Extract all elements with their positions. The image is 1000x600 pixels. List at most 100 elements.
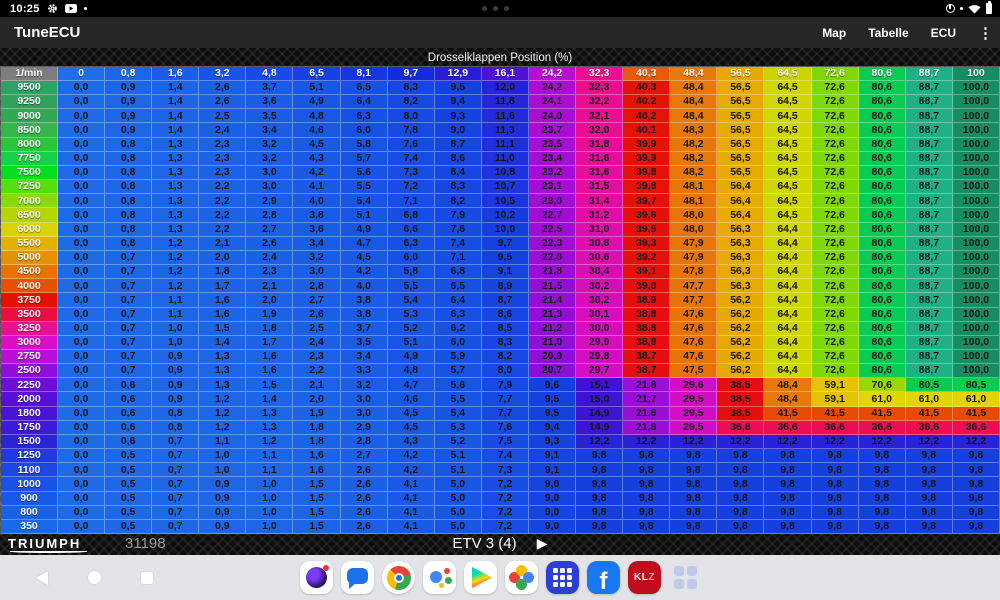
map-cell[interactable]: 48,4 [764,378,811,392]
map-cell[interactable]: 2,2 [293,364,340,378]
map-cell[interactable]: 2,3 [246,265,293,279]
map-cell[interactable]: 8,2 [482,350,529,364]
map-cell[interactable]: 100,0 [953,223,1000,237]
app-drawer-icon[interactable] [669,561,702,594]
map-cell[interactable]: 1,3 [152,152,199,166]
map-cell[interactable]: 3,5 [246,109,293,123]
map-cell[interactable]: 9,8 [953,463,1000,477]
map-cell[interactable]: 5,5 [341,180,388,194]
map-cell[interactable]: 2,6 [341,463,388,477]
map-cell[interactable]: 1,2 [246,435,293,449]
map-cell[interactable]: 59,1 [812,378,859,392]
map-cell[interactable]: 0,0 [58,123,105,137]
map-cell[interactable]: 24,0 [529,109,576,123]
map-cell[interactable]: 80,6 [859,350,906,364]
map-cell[interactable]: 88,7 [906,251,953,265]
map-cell[interactable]: 1,8 [293,435,340,449]
map-cell[interactable]: 1,4 [246,392,293,406]
map-cell[interactable]: 56,2 [717,322,764,336]
map-cell[interactable]: 100,0 [953,336,1000,350]
map-cell[interactable]: 9,8 [906,520,953,534]
map-cell[interactable]: 9,8 [859,492,906,506]
map-cell[interactable]: 1,3 [246,421,293,435]
map-cell[interactable]: 9,8 [764,506,811,520]
rpm-row-header[interactable]: 8500 [1,123,58,137]
rpm-row-header[interactable]: 2250 [1,378,58,392]
map-cell[interactable]: 6,3 [388,237,435,251]
map-cell[interactable]: 88,7 [906,265,953,279]
map-cell[interactable]: 38,5 [717,407,764,421]
map-cell[interactable]: 0,8 [152,407,199,421]
map-cell[interactable]: 48,2 [670,166,717,180]
map-cell[interactable]: 9,8 [812,492,859,506]
map-cell[interactable]: 8,9 [482,279,529,293]
map-cell[interactable]: 1,5 [293,520,340,534]
map-cell[interactable]: 56,5 [717,152,764,166]
map-cell[interactable]: 3,2 [246,138,293,152]
map-cell[interactable]: 2,4 [293,336,340,350]
map-cell[interactable]: 9,8 [576,449,623,463]
map-cell[interactable]: 1,0 [152,336,199,350]
map-cell[interactable]: 9,4 [529,421,576,435]
map-cell[interactable]: 0,7 [152,520,199,534]
facebook-app-icon[interactable]: f [587,561,620,594]
map-cell[interactable]: 4,9 [293,95,340,109]
map-cell[interactable]: 23,1 [529,180,576,194]
map-cell[interactable]: 39,5 [623,223,670,237]
map-cell[interactable]: 64,5 [764,81,811,95]
map-cell[interactable]: 0,5 [105,506,152,520]
map-cell[interactable]: 0,0 [58,336,105,350]
map-cell[interactable]: 5,8 [388,265,435,279]
map-cell[interactable]: 9,8 [670,477,717,491]
map-cell[interactable]: 24,2 [529,81,576,95]
map-cell[interactable]: 9,8 [764,449,811,463]
tps-column-header[interactable]: 16,1 [482,67,529,81]
rpm-row-header[interactable]: 9250 [1,95,58,109]
map-cell[interactable]: 7,3 [388,166,435,180]
map-cell[interactable]: 1,1 [246,449,293,463]
rpm-row-header[interactable]: 350 [1,520,58,534]
map-cell[interactable]: 30,0 [576,322,623,336]
map-cell[interactable]: 32,2 [576,95,623,109]
rpm-row-header[interactable]: 1100 [1,463,58,477]
map-cell[interactable]: 88,7 [906,336,953,350]
map-cell[interactable]: 8,2 [388,95,435,109]
map-cell[interactable]: 100,0 [953,308,1000,322]
map-cell[interactable]: 1,6 [246,364,293,378]
map-cell[interactable]: 4,8 [388,364,435,378]
map-cell[interactable]: 9,0 [435,123,482,137]
map-cell[interactable]: 88,7 [906,109,953,123]
map-cell[interactable]: 72,6 [812,293,859,307]
tps-column-header[interactable]: 100 [953,67,1000,81]
map-cell[interactable]: 11,1 [482,138,529,152]
map-cell[interactable]: 64,4 [764,336,811,350]
map-cell[interactable]: 2,6 [341,492,388,506]
tps-column-header[interactable]: 1,6 [152,67,199,81]
map-cell[interactable]: 0,7 [105,308,152,322]
map-cell[interactable]: 5,2 [388,322,435,336]
map-cell[interactable]: 2,6 [199,81,246,95]
map-cell[interactable]: 0,7 [152,435,199,449]
map-cell[interactable]: 5,0 [435,506,482,520]
map-cell[interactable]: 9,8 [623,477,670,491]
map-cell[interactable]: 80,6 [859,308,906,322]
map-cell[interactable]: 29,8 [576,350,623,364]
map-cell[interactable]: 1,5 [246,378,293,392]
map-cell[interactable]: 39,9 [623,152,670,166]
map-cell[interactable]: 72,6 [812,81,859,95]
map-cell[interactable]: 0,9 [152,364,199,378]
map-cell[interactable]: 22,0 [529,251,576,265]
map-cell[interactable]: 48,4 [670,81,717,95]
map-cell[interactable]: 0,8 [105,194,152,208]
map-cell[interactable]: 88,7 [906,208,953,222]
map-cell[interactable]: 5,4 [341,194,388,208]
map-cell[interactable]: 31,4 [576,194,623,208]
map-cell[interactable]: 80,6 [859,152,906,166]
map-cell[interactable]: 0,5 [105,520,152,534]
map-cell[interactable]: 32,1 [576,109,623,123]
map-cell[interactable]: 38,9 [623,293,670,307]
map-cell[interactable]: 0,7 [105,251,152,265]
map-cell[interactable]: 7,5 [482,435,529,449]
map-cell[interactable]: 72,6 [812,336,859,350]
map-cell[interactable]: 36,6 [859,421,906,435]
